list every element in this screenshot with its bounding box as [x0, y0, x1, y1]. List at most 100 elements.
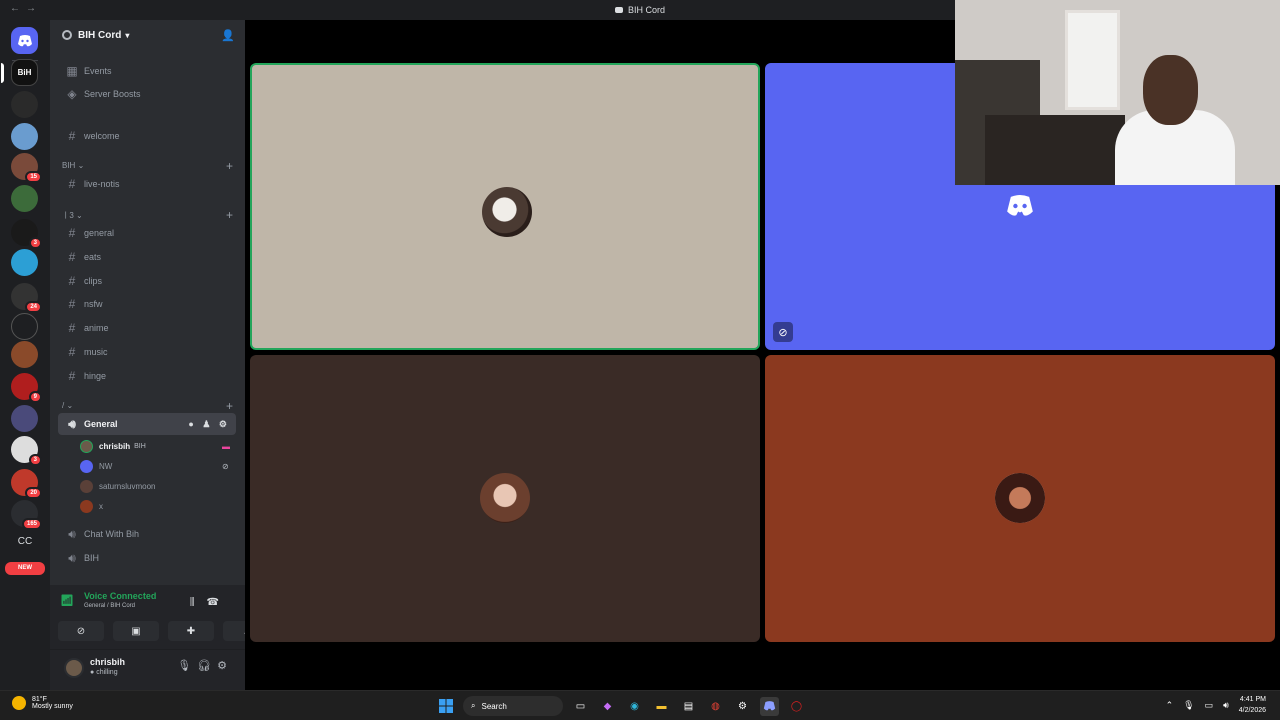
add-channel-icon[interactable]: +	[226, 159, 233, 173]
mic-tray-icon[interactable]: 🎙︎	[1183, 700, 1194, 711]
channel-eats[interactable]: # eats	[58, 246, 236, 268]
edge-icon[interactable]: ◉	[625, 697, 644, 716]
mention-badge: 24	[25, 301, 42, 313]
chevron-up-icon[interactable]: ⌃	[1166, 700, 1174, 711]
avatar	[480, 473, 530, 523]
mention-badge: 15	[25, 171, 42, 183]
mic-icon[interactable]: 🎙︎	[177, 660, 197, 672]
server-icon[interactable]: 20	[11, 469, 42, 499]
add-channel-icon[interactable]: +	[226, 399, 233, 413]
category-label: BIH	[62, 161, 76, 170]
channel-live-notis[interactable]: # live-notis	[58, 173, 236, 195]
noise-suppression-icon[interactable]: ⫼	[190, 597, 207, 608]
voice-connected-panel: 📶︎ Voice Connected General / BIH Cord ⫼☎…	[50, 585, 269, 650]
server-header[interactable]: BIH Cord ▾ 👤	[50, 20, 245, 50]
add-channel-icon[interactable]: +	[226, 208, 233, 222]
server-icon[interactable]: 15	[11, 153, 42, 183]
server-bih[interactable]: BiH	[1, 59, 38, 86]
hash-icon: #	[68, 226, 76, 240]
voice-user-nw[interactable]: NW ⊘	[80, 457, 229, 475]
taskbar-search[interactable]: ⌕ Search	[463, 696, 563, 716]
speaker-icon: 🔊︎	[68, 550, 76, 565]
server-icon[interactable]	[11, 313, 38, 340]
server-icon[interactable]	[11, 185, 38, 212]
voice-channel-general[interactable]: 🔊︎ General ● ♟ ⚙	[58, 413, 236, 435]
hash-icon: #	[68, 369, 76, 383]
server-rail: BiH 15 3 24 9 3 20 165 CC NEW	[0, 20, 50, 690]
events-item[interactable]: ▦ Events	[58, 60, 236, 82]
video-tile-x[interactable]	[765, 355, 1275, 642]
voice-user-chrisbih[interactable]: chrisbih BIH ▬	[80, 437, 230, 455]
user-name[interactable]: chrisbih	[90, 657, 125, 667]
chevron-down-icon: ▾	[125, 30, 130, 40]
opera-icon[interactable]: ◯	[787, 697, 806, 716]
server-icon[interactable]	[11, 123, 38, 150]
add-user-icon[interactable]: 👤	[221, 29, 235, 42]
server-icon[interactable]: 3	[11, 219, 42, 249]
server-icon[interactable]: 165	[11, 500, 42, 530]
voice-user-saturnsluvmoon[interactable]: saturnsluvmoon	[80, 477, 155, 495]
camera-button[interactable]: ⊘	[58, 621, 104, 641]
server-icon[interactable]	[11, 249, 38, 276]
signal-icon[interactable]: 📶︎	[60, 594, 74, 607]
channel-clips[interactable]: # clips	[58, 270, 236, 292]
channel-music[interactable]: # music	[58, 341, 236, 363]
server-icon[interactable]: 3	[11, 436, 42, 466]
hash-icon: #	[68, 345, 76, 359]
channel-label: Chat With Bih	[84, 529, 140, 539]
home-icon[interactable]	[11, 27, 38, 54]
mention-badge: 20	[25, 487, 42, 499]
steam-icon[interactable]: ⚙	[733, 697, 752, 716]
settings-gear-icon[interactable]: ⚙	[217, 660, 233, 672]
avatar[interactable]	[64, 658, 84, 678]
task-view-icon[interactable]: ▭	[571, 697, 590, 716]
chrome-icon[interactable]: ◍	[706, 697, 725, 716]
video-tile-speaking[interactable]	[250, 63, 760, 350]
headphones-icon[interactable]: 🎧︎	[197, 660, 217, 672]
copilot-icon[interactable]: ◆	[598, 697, 617, 716]
activities-button[interactable]: ✚	[168, 621, 214, 641]
store-icon[interactable]: ▤	[679, 697, 698, 716]
channel-hinge[interactable]: # hinge	[58, 365, 236, 387]
category-label: ㅣ3	[62, 211, 74, 220]
category-3[interactable]: / ⌄ +	[62, 399, 237, 413]
channel-general[interactable]: # general	[58, 222, 236, 244]
server-icon[interactable]: 24	[11, 283, 42, 313]
server-icon[interactable]	[11, 405, 38, 432]
network-icon[interactable]: ▭	[1205, 700, 1214, 711]
speaker-icon: 🔊︎	[68, 526, 76, 541]
channel-label: eats	[84, 252, 102, 262]
nav-arrows[interactable]: ←→	[10, 3, 42, 14]
category-bih[interactable]: BIH ⌄ +	[62, 159, 237, 173]
weather-temp: 81°F	[32, 696, 47, 703]
volume-icon[interactable]: 🔊︎	[1223, 700, 1229, 711]
server-icon[interactable]: 9	[11, 373, 42, 403]
avatar	[995, 473, 1045, 523]
windows-start-icon[interactable]	[436, 697, 455, 716]
file-explorer-icon[interactable]: ▬	[652, 697, 671, 716]
discord-taskbar-icon[interactable]	[760, 696, 779, 716]
avatar	[80, 499, 93, 513]
voice-connected-subtitle[interactable]: General / BIH Cord	[84, 603, 156, 609]
server-icon[interactable]	[11, 341, 38, 368]
discord-logo-icon	[1007, 195, 1033, 216]
screenshare-button[interactable]: ▣	[113, 621, 159, 641]
server-boosts-label: Server Boosts	[84, 89, 141, 99]
voice-channel-chat-with-bih[interactable]: 🔊︎ Chat With Bih	[58, 523, 236, 545]
voice-user-x[interactable]: x	[80, 497, 103, 515]
server-icon[interactable]	[11, 91, 38, 118]
weather-widget[interactable]: 81°F Mostly sunny	[12, 696, 73, 710]
channel-label: general	[84, 228, 115, 238]
clock[interactable]: 4:41 PM 4/2/2026	[1239, 694, 1266, 716]
channel-tools[interactable]: ● ♟ ⚙	[188, 419, 230, 430]
disconnect-icon[interactable]: ☎	[207, 597, 231, 608]
calendar-icon: ▦	[66, 64, 78, 78]
video-tile-saturnsluvmoon[interactable]	[250, 355, 760, 642]
channel-welcome[interactable]: # welcome	[58, 125, 236, 147]
channel-anime[interactable]: # anime	[58, 317, 236, 339]
server-boosts-item[interactable]: ◈ Server Boosts	[58, 83, 236, 105]
channel-nsfw[interactable]: # nsfw	[58, 293, 236, 315]
category-2[interactable]: ㅣ3 ⌄ +	[62, 208, 237, 222]
server-cc[interactable]: CC	[8, 536, 42, 547]
voice-channel-bih[interactable]: 🔊︎ BIH	[58, 547, 236, 569]
